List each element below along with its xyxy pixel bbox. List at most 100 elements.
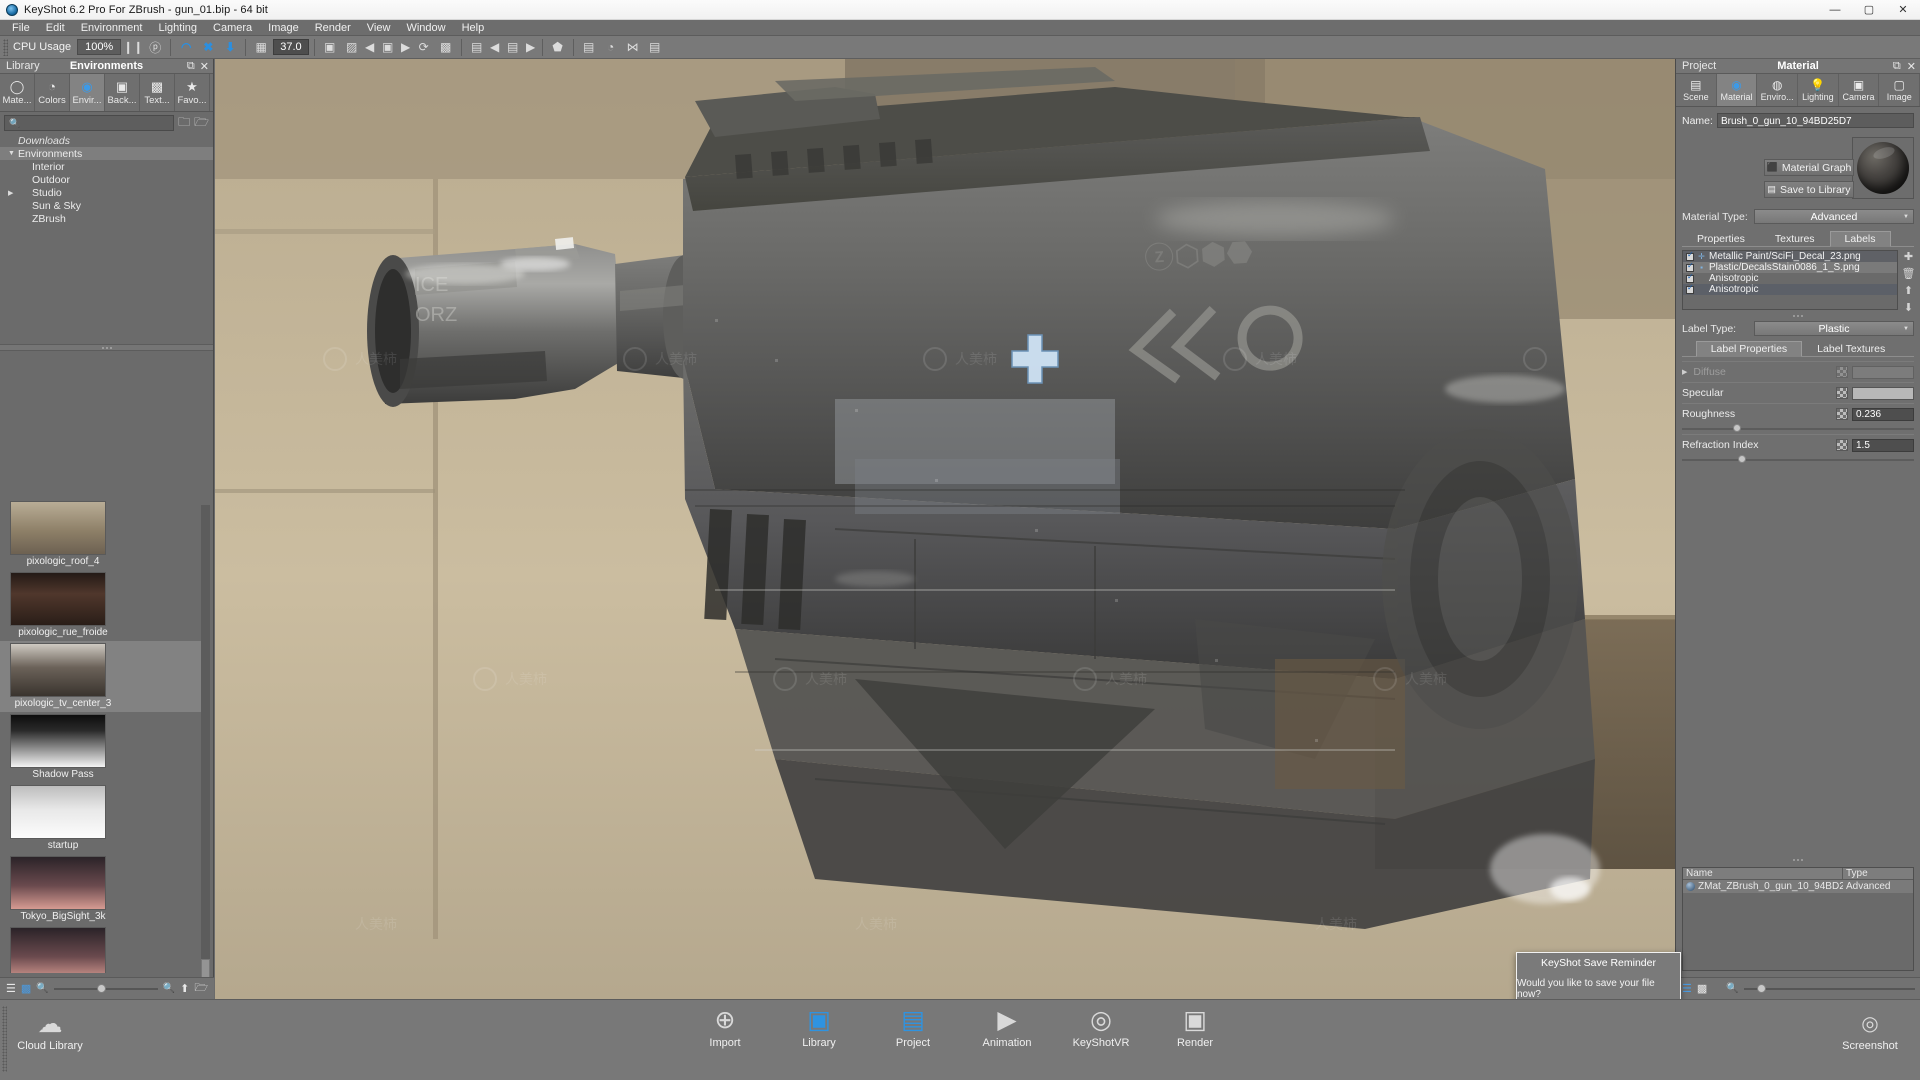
import-icon[interactable]: ⬇ [220, 38, 240, 57]
library-thumbnail-item[interactable]: pixologic_tv_center_3 [0, 641, 205, 712]
list-view-icon[interactable]: ☰ [1682, 982, 1692, 995]
menu-item-camera[interactable]: Camera [205, 20, 260, 36]
texture-map-button[interactable] [1836, 387, 1848, 399]
save-to-library-button[interactable]: ▤ Save to Library [1764, 181, 1854, 198]
library-tab-mate[interactable]: ◯ Mate... [0, 74, 35, 111]
library-thumbnail-item[interactable]: pixologic_rue_froide [0, 570, 205, 641]
material-type-select[interactable]: Advanced ▼ [1754, 209, 1914, 224]
tree-item-zbrush[interactable]: ZBrush [0, 212, 213, 225]
menu-item-file[interactable]: File [4, 20, 38, 36]
viewport-3d-render[interactable]: ICE ORZ ⓩ⬡⬢⬣ 人美柿 人美柿 人美柿 人美柿 人美柿 人美柿 人美柿… [215, 59, 1675, 999]
label-checkbox[interactable] [1686, 284, 1694, 294]
tree-item-downloads[interactable]: Downloads [0, 134, 213, 147]
color-swatch[interactable] [1852, 365, 1914, 379]
move-up-icon[interactable]: ⬆ [1904, 284, 1913, 297]
delete-label-icon[interactable]: 🗑 [1902, 267, 1916, 280]
pause-icon[interactable]: ❙❙ [123, 38, 143, 57]
zoom-in-icon[interactable]: 🔍 [163, 983, 175, 994]
upload-icon[interactable]: ⬆ [180, 982, 189, 995]
chevron-right-icon[interactable]: ▶ [1682, 368, 1687, 376]
property-value-field[interactable]: 1.5 [1852, 438, 1914, 452]
project-tab-lighting[interactable]: 💡 Lighting [1798, 74, 1839, 106]
tree-item-environments[interactable]: ▼ Environments [0, 147, 213, 160]
environment-next-icon[interactable]: ▶ [525, 38, 537, 57]
menu-item-window[interactable]: Window [398, 20, 453, 36]
library-thumbnail-item[interactable]: Shadow Pass [0, 712, 205, 783]
menu-item-image[interactable]: Image [260, 20, 307, 36]
library-scrollbar[interactable] [201, 505, 210, 969]
project-tab-material[interactable]: ◉ Material [1716, 74, 1758, 106]
label-list-item[interactable]: ✛ Metallic Paint/SciFi_Decal_23.png [1683, 251, 1897, 262]
menu-item-view[interactable]: View [359, 20, 399, 36]
label-list-item[interactable]: Anisotropic [1683, 273, 1897, 284]
toolbar-drag-handle[interactable] [3, 38, 8, 56]
library-tab-favo[interactable]: ★ Favo... [175, 74, 210, 111]
label-checkbox[interactable] [1686, 273, 1694, 283]
cpu-usage-value[interactable]: 100% [77, 39, 122, 55]
script-console-icon[interactable]: ▤ [645, 38, 665, 57]
tree-item-sun-sky[interactable]: Sun & Sky [0, 199, 213, 212]
label-subtab-label-textures[interactable]: Label Textures [1802, 341, 1900, 357]
cloud-library-button[interactable]: ☁ Cloud Library [14, 1010, 86, 1052]
screenshot-button[interactable]: ◎ Screenshot [1834, 1010, 1906, 1052]
labels-splitter[interactable] [1682, 313, 1914, 319]
labels-list[interactable]: ✛ Metallic Paint/SciFi_Decal_23.png ▪ Plast… [1682, 250, 1898, 310]
grid-view-icon[interactable]: ▩ [1697, 982, 1707, 995]
material-graph-button[interactable]: ⬛ Material Graph [1764, 159, 1854, 176]
environment-list-icon[interactable]: ▤ [503, 38, 523, 57]
minimize-button[interactable]: — [1818, 0, 1852, 20]
list-view-icon[interactable]: ☰ [6, 982, 16, 995]
menu-item-edit[interactable]: Edit [38, 20, 73, 36]
close-icon[interactable]: ✕ [1907, 60, 1916, 73]
undock-icon[interactable]: ⧉ [187, 60, 195, 73]
chevron-right-icon[interactable]: ▶ [8, 189, 18, 197]
column-header-type[interactable]: Type [1843, 868, 1913, 879]
label-checkbox[interactable] [1686, 262, 1694, 272]
material-subtab-textures[interactable]: Textures [1760, 231, 1830, 247]
search-icon[interactable]: 🔍 [1726, 983, 1738, 994]
render-viewport[interactable]: ICE ORZ ⓩ⬡⬢⬣ 人美柿 人美柿 人美柿 人美柿 人美柿 人美柿 人美柿… [215, 59, 1675, 999]
open-folder-icon[interactable]: 🗁 [194, 113, 209, 134]
ribbon-button-library[interactable]: ▣ Library [785, 1006, 853, 1049]
grid-view-icon[interactable]: ▩ [21, 982, 31, 995]
slider-knob[interactable] [1737, 455, 1746, 463]
project-bottom-slider-knob[interactable] [1757, 983, 1767, 993]
column-header-name[interactable]: Name [1683, 868, 1843, 879]
material-list-splitter[interactable] [1682, 857, 1914, 863]
camera-next-icon[interactable]: ▶ [400, 38, 412, 57]
ribbon-button-keyshotvr[interactable]: ◎ KeyShotVR [1067, 1006, 1135, 1049]
tree-item-studio[interactable]: ▶ Studio [0, 186, 213, 199]
material-preview[interactable] [1852, 137, 1914, 199]
library-thumbnail-item[interactable]: Tokyo_BigSight_3k [0, 854, 205, 925]
ribbon-button-project[interactable]: ▤ Project [879, 1006, 947, 1049]
ribbon-button-render[interactable]: ▣ Render [1161, 1006, 1229, 1049]
property-slider-refraction-index[interactable] [1682, 455, 1914, 465]
material-shield-icon[interactable]: ⬟ [548, 38, 568, 57]
chevron-down-icon[interactable]: ▼ [8, 150, 18, 157]
property-slider-roughness[interactable] [1682, 424, 1914, 434]
label-list-item[interactable]: ▪ Plastic/DecalsStain0086_1_S.png [1683, 262, 1897, 273]
layout-icon[interactable]: ▤ [579, 38, 599, 57]
project-bottom-slider[interactable] [1743, 983, 1915, 993]
project-tab-image[interactable]: ▢ Image [1879, 74, 1920, 106]
library-thumbnail-list[interactable]: pixologic_roof_4 pixologic_rue_froide pixo… [0, 499, 205, 973]
environment-icon[interactable]: ▤ [467, 38, 487, 57]
close-icon[interactable]: ✕ [200, 60, 209, 73]
menu-item-help[interactable]: Help [454, 20, 493, 36]
camera-settings-icon[interactable]: ▨ [342, 38, 362, 57]
nurbs-icon[interactable]: ✖ [198, 38, 218, 57]
camera-prev-icon[interactable]: ◀ [364, 38, 376, 57]
folder-icon[interactable]: 🗁 [194, 979, 208, 998]
library-tab-envir[interactable]: ◉ Envir... [70, 74, 105, 111]
lock-camera-icon[interactable]: ▩ [436, 38, 456, 57]
label-checkbox[interactable] [1686, 251, 1694, 261]
library-thumbnail-item[interactable]: startup [0, 783, 205, 854]
material-subtab-labels[interactable]: Labels [1829, 231, 1891, 247]
menu-item-lighting[interactable]: Lighting [150, 20, 205, 36]
tree-item-interior[interactable]: Interior [0, 160, 213, 173]
ribbon-button-import[interactable]: ⊕ Import [691, 1006, 759, 1049]
new-folder-icon[interactable]: 🗀 [178, 113, 190, 134]
color-swatch[interactable] [1852, 386, 1914, 400]
menu-item-render[interactable]: Render [307, 20, 359, 36]
table-row[interactable]: ZMat_ZBrush_0_gun_10_94BD25 Advanced [1683, 880, 1913, 893]
